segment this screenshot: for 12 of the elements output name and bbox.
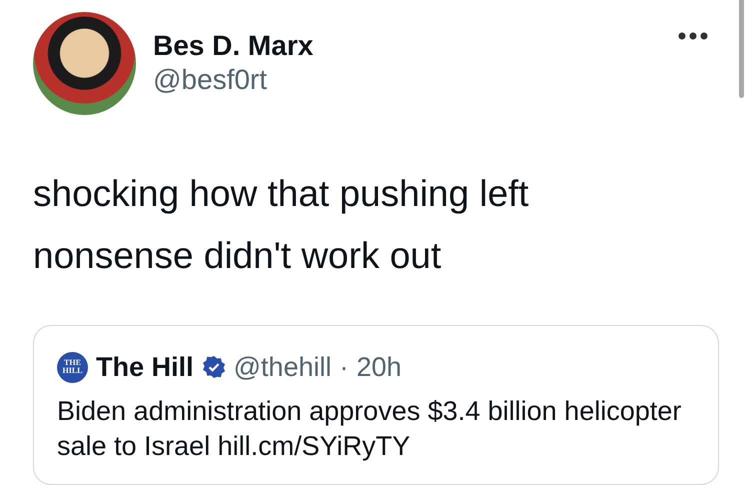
quoted-tweet-card[interactable]: THE HILL The Hill @thehill · 20h Biden administration approves $3.4 billion helicopter sale to Israel hill.cm/SYiRyTY bbox=[33, 325, 719, 485]
quoted-author-name[interactable]: The Hill bbox=[96, 350, 194, 384]
more-options-icon[interactable] bbox=[678, 32, 708, 40]
tweet-text: shocking how that pushing left nonsense didn't work out bbox=[33, 172, 530, 278]
quoted-tweet-text: Biden administration approves $3.4 billion helicopter sale to Israel hill.cm/SYiRyTY bbox=[57, 395, 682, 463]
quoted-author-handle[interactable]: @thehill bbox=[234, 350, 332, 384]
logo-icon: THE HILL bbox=[57, 352, 88, 382]
tweet-time[interactable]: 20h bbox=[356, 350, 402, 384]
author-handle[interactable]: @besf0rt bbox=[153, 63, 314, 97]
separator-dot: · bbox=[339, 351, 348, 384]
scrollbar[interactable] bbox=[739, 0, 744, 98]
author-name[interactable]: Bes D. Marx bbox=[153, 29, 314, 63]
